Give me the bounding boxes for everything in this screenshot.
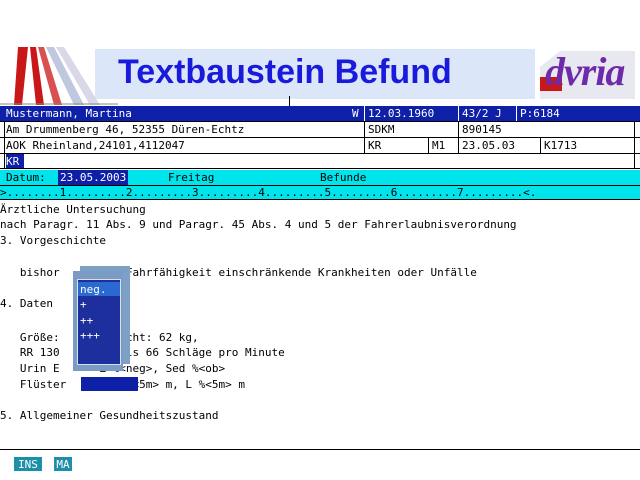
datum-day: Freitag	[168, 171, 215, 184]
page-title: Textbaustein Befund	[118, 53, 452, 91]
kr-input-field[interactable]: KR	[6, 154, 24, 168]
patient-status-kr: KR	[368, 139, 382, 152]
doc-line: Ärztliche Untersuchung	[0, 203, 146, 216]
popup-option[interactable]: ++	[78, 313, 120, 327]
ma-indicator[interactable]: MA	[54, 457, 72, 471]
patient-m1: M1	[432, 139, 446, 152]
patient-age: 43/2 J	[462, 107, 502, 120]
insert-mode-indicator[interactable]: INS	[14, 457, 42, 471]
datum-value[interactable]: 23.05.2003	[58, 170, 129, 185]
patient-address: Am Drummenberg 46, 52355 Düren-Echtz	[6, 123, 245, 136]
doc-line: 4. Daten	[0, 297, 53, 310]
value-select-list[interactable]: neg. + ++ +++	[77, 279, 121, 365]
popup-option[interactable]: +	[78, 297, 120, 311]
datum-section: Befunde	[320, 171, 367, 184]
patient-sex: W	[352, 107, 359, 120]
doc-line: nach Paragr. 11 Abs. 9 und Paragr. 45 Ab…	[0, 218, 517, 231]
logo: dvria	[545, 49, 625, 94]
text-cursor-mark	[289, 96, 290, 106]
patient-date2: 23.05.03	[462, 139, 515, 152]
doc-line: 3. Vorgeschichte	[0, 234, 106, 247]
patient-info-box: Am Drummenberg 46, 52355 Düren-Echtz SDK…	[0, 121, 640, 169]
column-ruler: >........1.........2.........3.........4…	[0, 185, 640, 200]
doc-line: bishor die Fahrfähigkeit einschränkende …	[0, 266, 477, 279]
patient-kasse: SDKM	[368, 123, 395, 136]
field-highlight	[81, 377, 138, 391]
doc-line: RR 130 , Puls 66 Schläge pro Minute	[0, 346, 285, 359]
datum-bar: Datum: 23.05.2003 Freitag Befunde	[0, 170, 640, 185]
patient-birthdate: 12.03.1960	[368, 107, 435, 120]
patient-kasse-no: 890145	[462, 123, 502, 136]
patient-name: Mustermann, Martina	[6, 107, 132, 120]
patient-insurer: AOK Rheinland,24101,4112047	[6, 139, 185, 152]
popup-option[interactable]: neg.	[78, 282, 120, 296]
datum-label: Datum:	[6, 171, 46, 184]
status-divider	[0, 449, 640, 450]
patient-header-row: Mustermann, Martina W 12.03.1960 43/2 J …	[0, 106, 640, 121]
patient-k-code: K1713	[544, 139, 578, 152]
patient-id: P:6184	[520, 107, 560, 120]
doc-line: 5. Allgemeiner Gesundheitszustand	[0, 409, 219, 422]
popup-option[interactable]: +++	[78, 328, 120, 342]
